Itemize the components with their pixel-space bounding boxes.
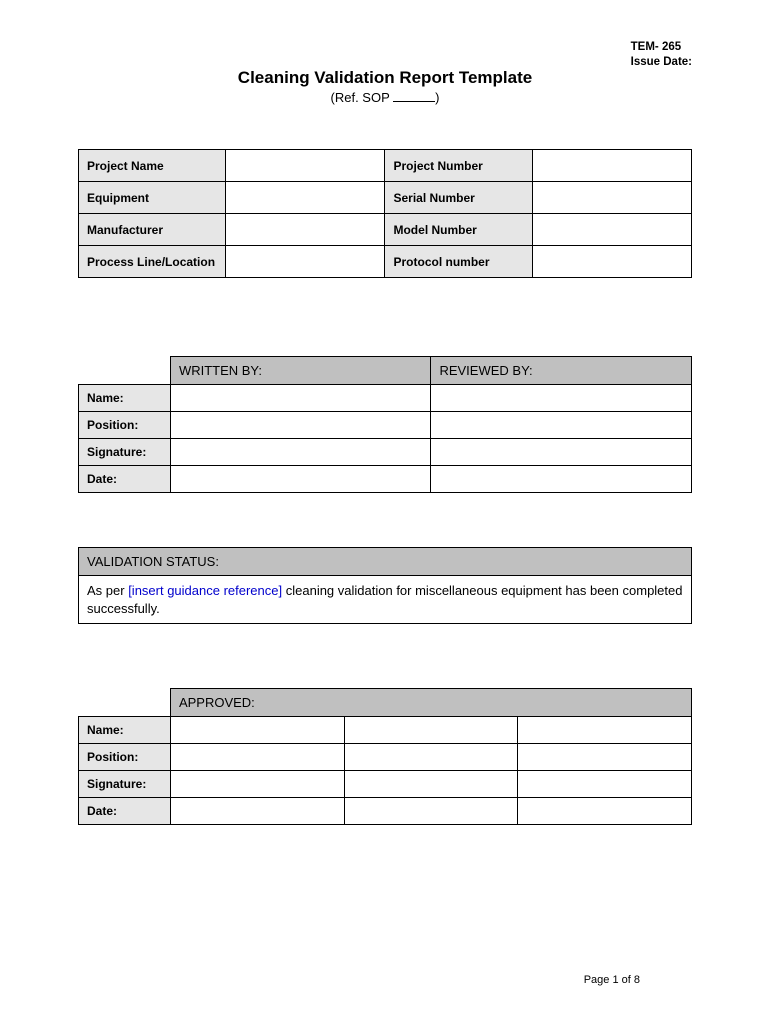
approved-label-position: Position: xyxy=(79,744,171,771)
signoff-corner xyxy=(79,357,171,385)
table-row: Equipment Serial Number xyxy=(79,182,692,214)
approved-position-1[interactable] xyxy=(170,744,344,771)
table-row: Signature: xyxy=(79,771,692,798)
approved-name-3[interactable] xyxy=(518,717,692,744)
info-label-project-name: Project Name xyxy=(79,150,226,182)
validation-status-body: As per [insert guidance reference] clean… xyxy=(79,576,692,624)
approved-label-date: Date: xyxy=(79,798,171,825)
table-row: WRITTEN BY: REVIEWED BY: xyxy=(79,357,692,385)
reviewed-signature[interactable] xyxy=(431,439,692,466)
approved-table: APPROVED: Name: Position: Signature: Dat… xyxy=(78,688,692,825)
info-label-model-number: Model Number xyxy=(385,214,532,246)
signoff-table: WRITTEN BY: REVIEWED BY: Name: Position:… xyxy=(78,356,692,493)
info-value-protocol-number[interactable] xyxy=(532,246,691,278)
written-name[interactable] xyxy=(170,385,431,412)
approved-label-name: Name: xyxy=(79,717,171,744)
info-value-process-line[interactable] xyxy=(226,246,385,278)
signoff-label-name: Name: xyxy=(79,385,171,412)
page-footer: Page 1 of 8 xyxy=(584,974,640,986)
signoff-label-date: Date: xyxy=(79,466,171,493)
written-date[interactable] xyxy=(170,466,431,493)
validation-status-header: VALIDATION STATUS: xyxy=(79,548,692,576)
status-body-prefix: As per xyxy=(87,583,128,598)
info-value-project-name[interactable] xyxy=(226,150,385,182)
table-row: Signature: xyxy=(79,439,692,466)
signoff-label-signature: Signature: xyxy=(79,439,171,466)
approved-label-signature: Signature: xyxy=(79,771,171,798)
table-row: Date: xyxy=(79,466,692,493)
approved-corner xyxy=(79,689,171,717)
approved-name-1[interactable] xyxy=(170,717,344,744)
table-row: Manufacturer Model Number xyxy=(79,214,692,246)
subtitle-prefix: (Ref. SOP xyxy=(331,90,394,105)
table-row: Name: xyxy=(79,385,692,412)
approved-signature-2[interactable] xyxy=(344,771,518,798)
info-label-serial-number: Serial Number xyxy=(385,182,532,214)
info-label-protocol-number: Protocol number xyxy=(385,246,532,278)
approved-signature-1[interactable] xyxy=(170,771,344,798)
approved-date-3[interactable] xyxy=(518,798,692,825)
table-row: Name: xyxy=(79,717,692,744)
approved-header: APPROVED: xyxy=(170,689,691,717)
subtitle-suffix: ) xyxy=(435,90,439,105)
reviewed-date[interactable] xyxy=(431,466,692,493)
written-by-header: WRITTEN BY: xyxy=(170,357,431,385)
table-row: APPROVED: xyxy=(79,689,692,717)
tem-number: TEM- 265 xyxy=(631,40,692,55)
approved-position-3[interactable] xyxy=(518,744,692,771)
table-row: Date: xyxy=(79,798,692,825)
table-row: Process Line/Location Protocol number xyxy=(79,246,692,278)
table-row: Position: xyxy=(79,412,692,439)
project-info-table: Project Name Project Number Equipment Se… xyxy=(78,149,692,278)
info-label-manufacturer: Manufacturer xyxy=(79,214,226,246)
table-row: Project Name Project Number xyxy=(79,150,692,182)
info-value-model-number[interactable] xyxy=(532,214,691,246)
reviewed-name[interactable] xyxy=(431,385,692,412)
approved-signature-3[interactable] xyxy=(518,771,692,798)
info-label-process-line: Process Line/Location xyxy=(79,246,226,278)
approved-date-1[interactable] xyxy=(170,798,344,825)
table-row: Position: xyxy=(79,744,692,771)
title-block: Cleaning Validation Report Template (Ref… xyxy=(78,68,692,105)
approved-position-2[interactable] xyxy=(344,744,518,771)
page-label: Page xyxy=(584,974,613,986)
page-total: 8 xyxy=(634,974,640,986)
reviewed-by-header: REVIEWED BY: xyxy=(431,357,692,385)
info-label-project-number: Project Number xyxy=(385,150,532,182)
table-row: VALIDATION STATUS: xyxy=(79,548,692,576)
table-row: As per [insert guidance reference] clean… xyxy=(79,576,692,624)
approved-date-2[interactable] xyxy=(344,798,518,825)
issue-date-label: Issue Date: xyxy=(631,55,692,70)
document-subtitle: (Ref. SOP ) xyxy=(78,90,692,105)
validation-status-table: VALIDATION STATUS: As per [insert guidan… xyxy=(78,547,692,624)
signoff-label-position: Position: xyxy=(79,412,171,439)
document-header-right: TEM- 265 Issue Date: xyxy=(631,40,692,70)
guidance-reference-placeholder[interactable]: [insert guidance reference] xyxy=(128,583,282,598)
info-label-equipment: Equipment xyxy=(79,182,226,214)
sop-ref-blank[interactable] xyxy=(393,90,435,102)
info-value-serial-number[interactable] xyxy=(532,182,691,214)
info-value-manufacturer[interactable] xyxy=(226,214,385,246)
written-signature[interactable] xyxy=(170,439,431,466)
page-of: of xyxy=(619,974,634,986)
written-position[interactable] xyxy=(170,412,431,439)
approved-name-2[interactable] xyxy=(344,717,518,744)
reviewed-position[interactable] xyxy=(431,412,692,439)
info-value-equipment[interactable] xyxy=(226,182,385,214)
info-value-project-number[interactable] xyxy=(532,150,691,182)
document-title: Cleaning Validation Report Template xyxy=(78,68,692,88)
